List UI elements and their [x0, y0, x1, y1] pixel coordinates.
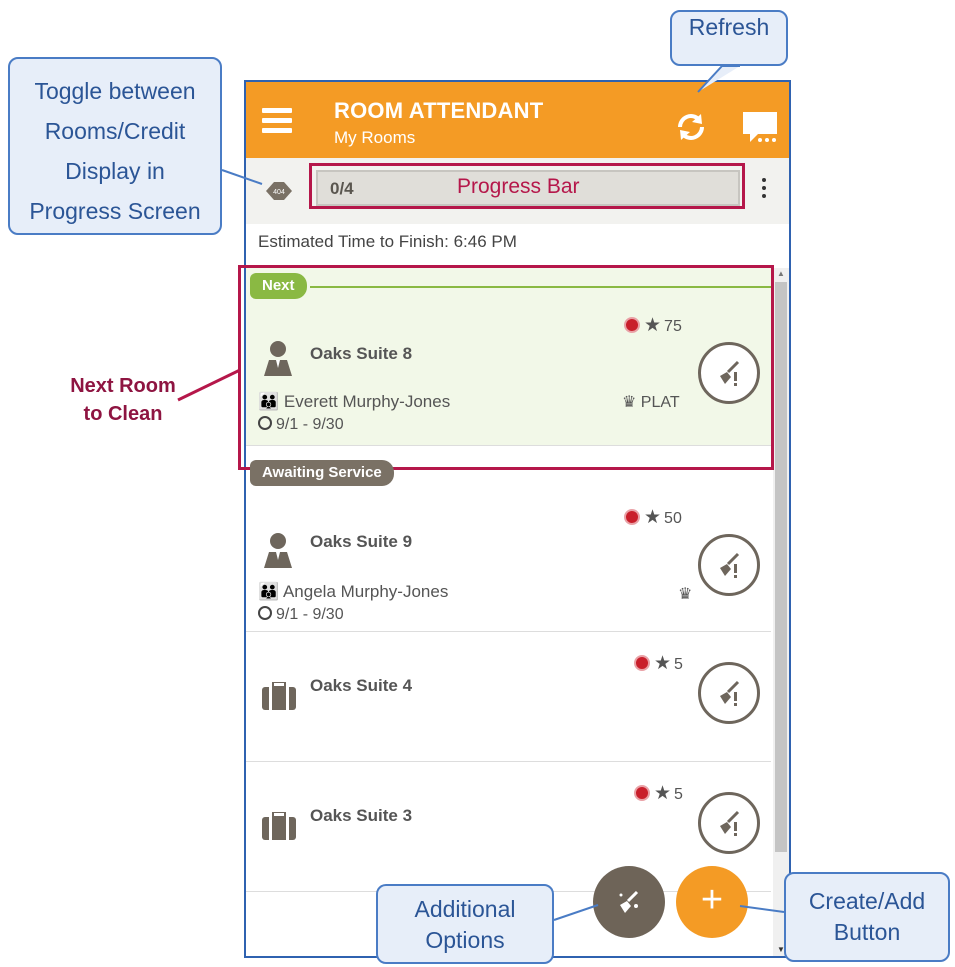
callout-pointers [177, 65, 785, 921]
awaiting-service-tag: Awaiting Service [250, 460, 394, 486]
